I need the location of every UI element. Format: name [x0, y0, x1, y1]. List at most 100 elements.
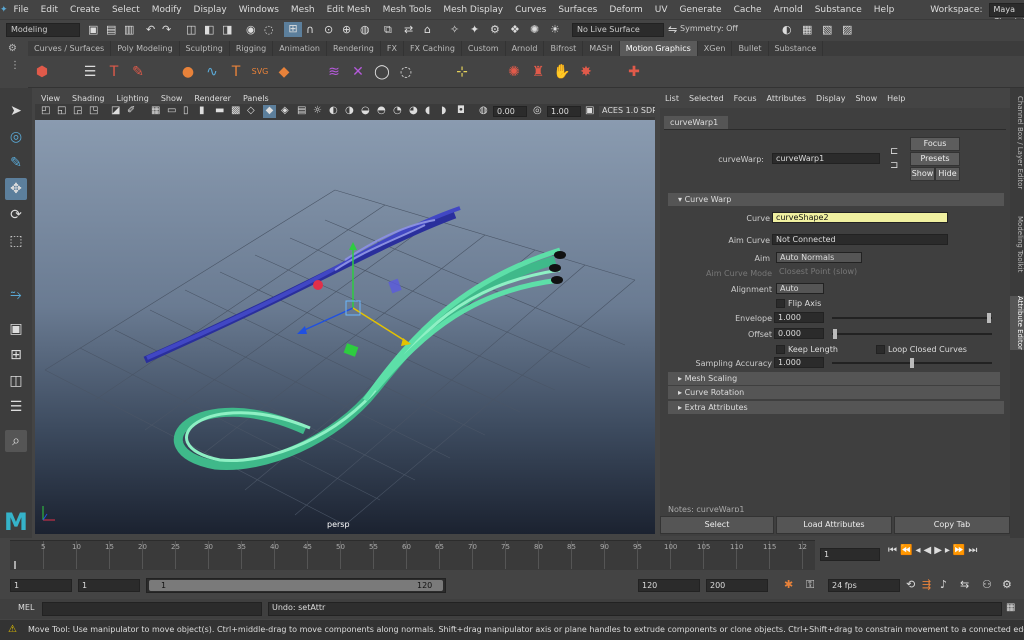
workspace-dropdown[interactable]: Maya Classic* — [988, 2, 1024, 26]
text-icon[interactable]: T — [226, 62, 246, 82]
ae-menu-focus[interactable]: Focus — [729, 91, 762, 106]
envelope-field[interactable]: 1.000 — [774, 312, 824, 323]
shelf-tab-mash[interactable]: MASH — [583, 41, 620, 56]
play-backward-icon[interactable]: ◀ — [923, 545, 931, 561]
shirt-icon[interactable]: ♜ — [528, 62, 548, 82]
shelf-tab-substance[interactable]: Substance — [769, 41, 824, 56]
curve-tool-icon[interactable]: ∿ — [202, 62, 222, 82]
menu-display[interactable]: Display — [188, 5, 233, 15]
soft-select-icon[interactable]: ⥲ — [5, 284, 27, 306]
output-connection-icon[interactable]: ⊐ — [890, 160, 898, 171]
ae-menu-display[interactable]: Display — [811, 91, 851, 106]
input-output-icon[interactable]: ⇄ — [404, 23, 413, 36]
symmetry-dropdown[interactable]: Symmetry: Off — [676, 23, 766, 37]
gear-red-icon[interactable]: ✺ — [504, 62, 524, 82]
fps-dropdown[interactable]: 24 fps — [828, 579, 900, 592]
randomize-icon[interactable]: ⊹ — [452, 62, 472, 82]
exposure-field[interactable]: 0.00 — [493, 106, 527, 117]
xray-icon[interactable]: ◖ — [425, 105, 430, 116]
redo-icon[interactable]: ↷ — [162, 23, 171, 36]
alignment-dropdown[interactable]: Auto — [776, 283, 824, 294]
hide-button[interactable]: Hide — [935, 167, 960, 181]
smooth-shade-icon[interactable]: ◆ — [263, 105, 276, 118]
shelf-tab-motion-graphics[interactable]: Motion Graphics — [619, 41, 698, 56]
curve-warp-section[interactable]: ▾ Curve Warp — [668, 193, 1004, 206]
menu-file[interactable]: File — [8, 5, 35, 15]
copy-tab-button[interactable]: Copy Tab — [894, 516, 1010, 534]
input-connection-icon[interactable]: ⊏ — [890, 146, 898, 157]
menu-cache[interactable]: Cache — [728, 5, 768, 15]
four-view-icon[interactable]: ⊞ — [5, 344, 27, 366]
shelf-tab-fx[interactable]: FX — [381, 41, 404, 56]
sphere-icon[interactable]: ● — [178, 62, 198, 82]
menu-mesh-tools[interactable]: Mesh Tools — [377, 5, 438, 15]
menu-curves[interactable]: Curves — [509, 5, 552, 15]
ae-menu-list[interactable]: List — [660, 91, 684, 106]
snap-grid-icon[interactable]: ⊞ — [284, 22, 302, 37]
menu-windows[interactable]: Windows — [233, 5, 285, 15]
step-back-key-icon[interactable]: ⏪ — [900, 545, 912, 561]
go-to-start-icon[interactable]: ⏮ — [888, 545, 897, 561]
svg-tool-icon[interactable]: ✎ — [128, 62, 148, 82]
undo-icon[interactable]: ↶ — [146, 23, 155, 36]
shelf-tab-rendering[interactable]: Rendering — [327, 41, 381, 56]
render-settings-icon[interactable]: ⚙ — [490, 23, 500, 36]
save-scene-icon[interactable]: ▥ — [124, 23, 134, 36]
preferences-icon[interactable]: ⚙ — [1002, 578, 1012, 591]
load-attributes-button[interactable]: Load Attributes — [776, 516, 892, 534]
ae-menu-selected[interactable]: Selected — [684, 91, 729, 106]
mode-dropdown[interactable]: Modeling — [6, 23, 80, 37]
wrap-icon[interactable]: ✕ — [348, 62, 368, 82]
shelf-settings-icon[interactable]: ⚙ — [8, 43, 24, 57]
hand-icon[interactable]: ✋ — [552, 62, 572, 82]
shelf-tab-bullet[interactable]: Bullet — [732, 41, 769, 56]
select-hierarchy-icon[interactable]: ◫ — [186, 23, 196, 36]
svg-icon[interactable]: SVG — [250, 62, 270, 82]
ae-menu-attributes[interactable]: Attributes — [762, 91, 812, 106]
shelf-tab-animation[interactable]: Animation — [273, 41, 327, 56]
move-tool-icon[interactable]: ✥ — [5, 178, 27, 200]
auto-key-icon[interactable]: ✱ — [784, 578, 793, 591]
type-distribute-icon[interactable]: ☰ — [80, 62, 100, 82]
toggle-sidebar-icon[interactable]: ▦ — [802, 23, 812, 36]
grease-pencil-icon[interactable]: ✐ — [127, 105, 135, 116]
burst-icon[interactable]: ✸ — [576, 62, 596, 82]
field-chart-icon[interactable]: ▬ — [215, 105, 224, 116]
camera-select-icon[interactable]: ◰ — [41, 105, 50, 116]
aim-dropdown[interactable]: Auto Normals — [776, 252, 862, 263]
keep-length-checkbox[interactable] — [776, 345, 785, 354]
xray-active-icon[interactable]: ◘ — [457, 105, 465, 116]
mash-network-icon[interactable]: ⬢ — [32, 62, 52, 82]
scene-canvas[interactable] — [35, 120, 655, 534]
character-set-icon[interactable]: ⚇ — [982, 578, 992, 591]
presets-button[interactable]: Presets — [910, 152, 960, 166]
side-tab-attribute-editor[interactable]: Attribute Editor — [1010, 296, 1024, 350]
wireframe-on-shaded-icon[interactable]: ◈ — [281, 105, 289, 116]
color-management-icon[interactable]: ▣ — [585, 105, 594, 116]
offset-slider-handle[interactable] — [833, 329, 837, 339]
range-slider-handle[interactable] — [149, 580, 443, 591]
menu-generate[interactable]: Generate — [674, 5, 728, 15]
side-tab-channel-box[interactable]: Channel Box / Layer Editor — [1010, 96, 1024, 189]
loop-closed-curves-checkbox[interactable] — [876, 345, 885, 354]
persp-outliner-icon[interactable]: ◫ — [5, 370, 27, 392]
go-to-end-icon[interactable]: ⏭ — [968, 545, 977, 561]
ambient-occlusion-icon[interactable]: ◑ — [345, 105, 354, 116]
bookmark-icon[interactable]: ◲ — [73, 105, 82, 116]
construction-history-icon[interactable]: ⌂ — [424, 23, 431, 36]
menu-mesh-display[interactable]: Mesh Display — [437, 5, 509, 15]
color-space-dropdown[interactable]: ACES 1.0 SDR-vid — [599, 106, 655, 117]
menu-deform[interactable]: Deform — [603, 5, 648, 15]
menu-uv[interactable]: UV — [649, 5, 674, 15]
flip-axis-checkbox[interactable] — [776, 299, 785, 308]
shelf-tab-rigging[interactable]: Rigging — [230, 41, 274, 56]
mesh-scaling-section[interactable]: ▸ Mesh Scaling — [668, 372, 1000, 385]
select-component-icon[interactable]: ◨ — [222, 23, 232, 36]
menu-modify[interactable]: Modify — [146, 5, 188, 15]
shelf-menu-icon[interactable]: ⋮ — [10, 60, 20, 71]
toggle-channel-box-icon[interactable]: ▧ — [822, 23, 832, 36]
scale-tool-icon[interactable]: ⬚ — [5, 230, 27, 252]
toggle-tool-settings-icon[interactable]: ▨ — [842, 23, 852, 36]
add-icon[interactable]: ✚ — [624, 62, 644, 82]
dotted-circle-icon[interactable]: ◌ — [396, 62, 416, 82]
